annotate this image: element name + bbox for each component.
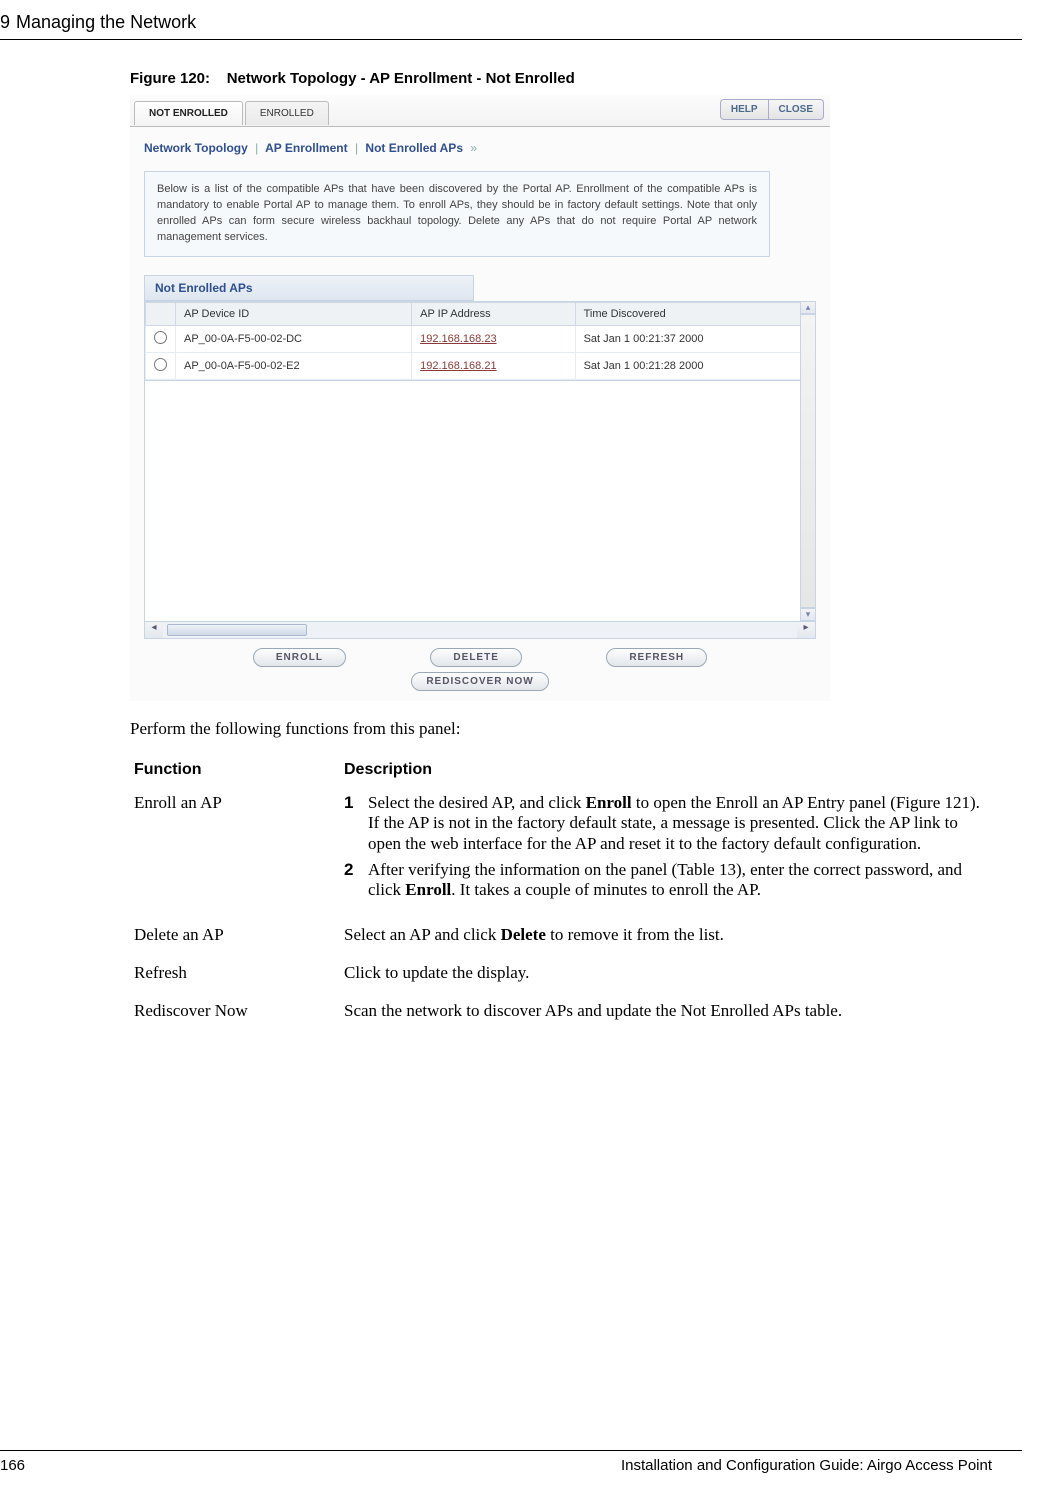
- horizontal-scrollbar[interactable]: ◂ ▸: [144, 621, 816, 639]
- breadcrumb-tail-icon: »: [466, 141, 481, 155]
- step-text: Select the desired AP, and click Enroll …: [368, 793, 991, 854]
- row-radio[interactable]: [154, 358, 167, 371]
- not-enrolled-aps-table: AP Device ID AP IP Address Time Discover…: [145, 302, 815, 380]
- not-enrolled-table-wrap: AP Device ID AP IP Address Time Discover…: [144, 301, 816, 381]
- table-row: AP_00-0A-F5-00-02-E2 192.168.168.21 Sat …: [146, 352, 815, 379]
- enroll-button[interactable]: ENROLL: [253, 648, 346, 667]
- page-header: 9 Managing the Network: [0, 0, 1022, 40]
- scroll-down-icon[interactable]: ▾: [800, 608, 816, 621]
- fn-name: Delete an AP: [130, 917, 340, 955]
- cell-device-id: AP_00-0A-F5-00-02-E2: [176, 352, 412, 379]
- doc-title: Installation and Configuration Guide: Ai…: [621, 1457, 992, 1474]
- breadcrumb-part: Not Enrolled APs: [365, 141, 463, 155]
- scroll-thumb[interactable]: [167, 624, 307, 636]
- delete-button[interactable]: DELETE: [430, 648, 521, 667]
- table-row: Refresh Click to update the display.: [130, 955, 995, 993]
- functions-table: Function Description Enroll an AP 1 Sele…: [130, 755, 995, 1031]
- fn-desc: Click to update the display.: [340, 955, 995, 993]
- col-time: Time Discovered: [575, 302, 814, 325]
- section-title-not-enrolled: Not Enrolled APs: [144, 275, 474, 301]
- info-box: Below is a list of the compatible APs th…: [144, 171, 770, 257]
- chapter-number: 9: [0, 12, 10, 33]
- table-row: Enroll an AP 1 Select the desired AP, an…: [130, 785, 995, 917]
- t: Select the desired AP, and click: [368, 793, 586, 812]
- breadcrumb-sep: |: [251, 141, 262, 155]
- fn-name: Enroll an AP: [130, 785, 340, 917]
- scroll-left-icon[interactable]: ◂: [145, 622, 163, 638]
- t: Select an AP and click: [344, 925, 501, 944]
- help-close-group: HELP CLOSE: [720, 99, 824, 120]
- t: to remove it from the list.: [546, 925, 724, 944]
- bold-word: Delete: [501, 925, 546, 944]
- fn-desc: Scan the network to discover APs and upd…: [340, 993, 995, 1031]
- action-button-row-2: REDISCOVER NOW: [130, 671, 830, 701]
- breadcrumb-part: Network Topology: [144, 141, 248, 155]
- breadcrumb: Network Topology | AP Enrollment | Not E…: [130, 127, 830, 161]
- cell-time: Sat Jan 1 00:21:28 2000: [575, 352, 814, 379]
- cell-time: Sat Jan 1 00:21:37 2000: [575, 325, 814, 352]
- scroll-track[interactable]: [307, 622, 797, 638]
- help-button[interactable]: HELP: [720, 99, 769, 120]
- table-row: AP_00-0A-F5-00-02-DC 192.168.168.23 Sat …: [146, 325, 815, 352]
- breadcrumb-sep: |: [351, 141, 362, 155]
- intro-paragraph: Perform the following functions from thi…: [130, 719, 1012, 739]
- step-number: 1: [344, 793, 368, 854]
- vertical-scrollbar[interactable]: ▴ ▾: [800, 301, 816, 621]
- action-button-row: ENROLL DELETE REFRESH: [130, 639, 830, 671]
- fn-name: Rediscover Now: [130, 993, 340, 1031]
- table-row: Delete an AP Select an AP and click Dele…: [130, 917, 995, 955]
- step-text: After verifying the information on the p…: [368, 860, 991, 901]
- screenshot-panel: NOT ENROLLED ENROLLED HELP CLOSE Network…: [130, 95, 830, 701]
- bold-word: Enroll: [405, 880, 451, 899]
- bold-word: Enroll: [586, 793, 632, 812]
- tab-enrolled[interactable]: ENROLLED: [245, 101, 329, 125]
- cell-device-id: AP_00-0A-F5-00-02-DC: [176, 325, 412, 352]
- fn-desc: Select an AP and click Delete to remove …: [340, 917, 995, 955]
- row-radio[interactable]: [154, 331, 167, 344]
- col-description: Description: [340, 755, 995, 785]
- col-ip: AP IP Address: [412, 302, 575, 325]
- cell-ip-link[interactable]: 192.168.168.23: [420, 333, 496, 345]
- fn-name: Refresh: [130, 955, 340, 993]
- rediscover-now-button[interactable]: REDISCOVER NOW: [411, 672, 548, 691]
- refresh-button[interactable]: REFRESH: [606, 648, 707, 667]
- col-select: [146, 302, 176, 325]
- cell-ip-link[interactable]: 192.168.168.21: [420, 360, 496, 372]
- scroll-right-icon[interactable]: ▸: [797, 622, 815, 638]
- step-number: 2: [344, 860, 368, 901]
- page-number: 166: [0, 1457, 25, 1474]
- col-device-id: AP Device ID: [176, 302, 412, 325]
- figure-label: Figure 120:: [130, 70, 210, 87]
- col-function: Function: [130, 755, 340, 785]
- close-button[interactable]: CLOSE: [769, 99, 824, 120]
- breadcrumb-part: AP Enrollment: [265, 141, 347, 155]
- scroll-up-icon[interactable]: ▴: [800, 301, 816, 314]
- figure-caption: Figure 120: Network Topology - AP Enroll…: [130, 70, 1052, 87]
- scroll-track[interactable]: [800, 314, 816, 608]
- tab-not-enrolled[interactable]: NOT ENROLLED: [134, 101, 243, 125]
- tab-bar: NOT ENROLLED ENROLLED HELP CLOSE: [130, 95, 830, 127]
- t: . It takes a couple of minutes to enroll…: [451, 880, 761, 899]
- page-footer: 166 Installation and Configuration Guide…: [0, 1450, 1022, 1474]
- figure-title: Network Topology - AP Enrollment - Not E…: [227, 70, 575, 87]
- fn-desc: 1 Select the desired AP, and click Enrol…: [340, 785, 995, 917]
- chapter-title: Managing the Network: [16, 12, 196, 33]
- table-row: Rediscover Now Scan the network to disco…: [130, 993, 995, 1031]
- table-empty-area: [144, 381, 816, 621]
